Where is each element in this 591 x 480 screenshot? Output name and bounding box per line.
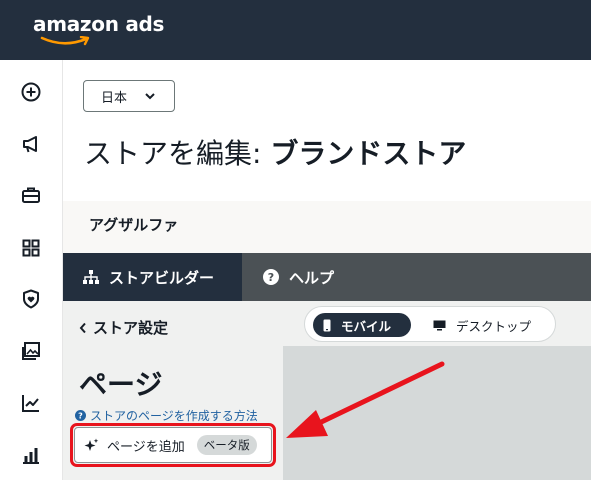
megaphone-icon[interactable]	[20, 133, 42, 155]
preview-canvas	[283, 346, 591, 480]
store-pages-panel: ストア設定 ページ ? ストアのページを作成する方法 ページを追加 ベータ版	[63, 301, 283, 480]
image-gallery-icon[interactable]	[20, 340, 42, 362]
mobile-view-label: モバイル	[341, 318, 392, 334]
country-select[interactable]: 日本	[83, 80, 175, 112]
tab-store-builder[interactable]: ストアビルダー	[63, 253, 242, 301]
chevron-left-icon	[79, 322, 86, 333]
brand-name: アグザルファ	[89, 216, 179, 234]
country-select-value: 日本	[101, 90, 128, 106]
sitemap-icon	[83, 270, 99, 284]
back-label: ストア設定	[93, 319, 169, 337]
line-chart-icon[interactable]	[20, 392, 42, 414]
amazon-ads-logo[interactable]: amazon ads	[33, 12, 164, 36]
tab-help[interactable]: ? ヘルプ	[242, 253, 334, 301]
briefcase-icon[interactable]	[20, 184, 42, 206]
mobile-view-toggle[interactable]: モバイル	[313, 313, 411, 337]
shield-heart-icon[interactable]	[20, 288, 42, 310]
add-page-label: ページを追加	[107, 439, 185, 455]
desktop-view-label: デスクトップ	[456, 318, 532, 334]
phone-icon	[323, 319, 331, 331]
how-to-create-pages-link[interactable]: ? ストアのページを作成する方法	[75, 407, 283, 424]
sparkle-icon	[84, 438, 99, 451]
back-to-store-settings-link[interactable]: ストア設定	[79, 317, 168, 338]
chevron-down-icon	[145, 93, 155, 100]
amazon-smile-icon	[40, 36, 90, 46]
plus-circle-icon[interactable]	[20, 81, 42, 103]
svg-text:?: ?	[78, 412, 83, 421]
help-link-label: ストアのページを作成する方法	[90, 409, 258, 423]
help-circle-icon: ?	[75, 410, 86, 421]
side-navigation-rail	[0, 60, 63, 480]
desktop-view-toggle[interactable]: デスクトップ	[423, 313, 541, 337]
pages-section-title: ページ	[79, 368, 163, 401]
help-circle-icon: ?	[263, 269, 279, 285]
apps-grid-icon[interactable]	[20, 237, 42, 259]
svg-text:?: ?	[268, 271, 274, 284]
add-page-button[interactable]: ページを追加 ベータ版	[74, 427, 272, 463]
store-name: ブランドストア	[270, 137, 467, 170]
device-toggle: モバイル デスクトップ	[304, 306, 556, 342]
bar-chart-icon[interactable]	[20, 444, 42, 466]
beta-badge: ベータ版	[196, 435, 257, 455]
page-title: ストアを編集: ブランドストア	[84, 132, 466, 172]
monitor-icon	[433, 320, 446, 330]
page-title-prefix: ストアを編集:	[84, 137, 271, 170]
brand-bar: アグザルファ	[63, 201, 591, 253]
tab-help-label: ヘルプ	[289, 268, 335, 287]
tab-store-builder-label: ストアビルダー	[109, 268, 215, 287]
builder-tab-bar: ストアビルダー ? ヘルプ	[63, 253, 591, 301]
top-navigation-bar: amazon ads	[0, 0, 591, 60]
